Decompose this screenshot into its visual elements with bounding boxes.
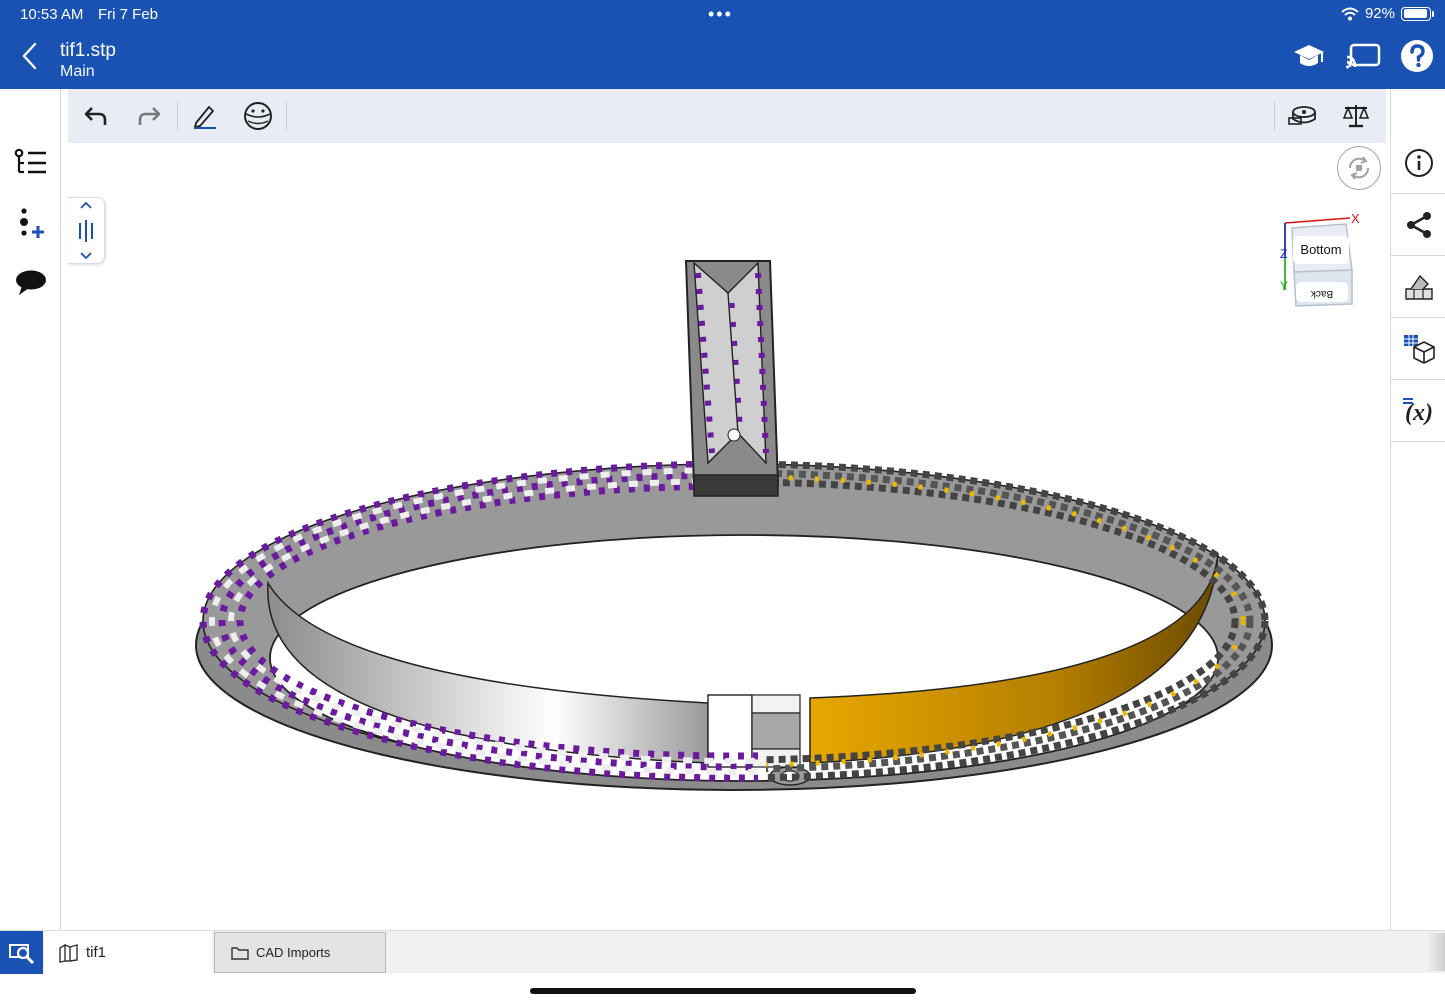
sketch-pencil-icon — [194, 106, 216, 129]
rotate-icon — [1348, 156, 1370, 180]
follow-mode-button[interactable] — [1345, 38, 1381, 74]
axis-y-label: Y — [1280, 279, 1288, 293]
mass-properties-icon — [1342, 105, 1370, 128]
configurations-icon — [1403, 334, 1435, 364]
axis-z-label: Z — [1280, 247, 1287, 261]
share-icon — [1406, 211, 1431, 238]
undo-button[interactable] — [78, 98, 114, 134]
configurations-button[interactable] — [1391, 318, 1445, 380]
measure-tape-icon — [1288, 106, 1316, 125]
tab-cad-imports[interactable]: CAD Imports — [214, 932, 386, 973]
tab-scroll-edge[interactable] — [1427, 933, 1445, 971]
view-mode-icon — [244, 102, 272, 130]
multitask-dots[interactable]: ••• — [708, 4, 733, 25]
viewcube-face-bottom: Bottom — [1300, 242, 1341, 257]
help-button[interactable] — [1399, 38, 1435, 74]
chevron-down-icon — [80, 252, 92, 260]
toolbar-separator — [177, 102, 178, 130]
document-subtitle: Main — [60, 63, 95, 80]
app-header: 10:53 AM Fri 7 Feb ••• 92% tif1.stp Main — [0, 0, 1445, 89]
right-sidebar: (x) — [1390, 89, 1445, 930]
battery-percent: 92% — [1364, 5, 1395, 22]
cast-icon — [1346, 43, 1381, 69]
measure-button[interactable] — [1285, 98, 1321, 134]
search-tabs-button[interactable] — [0, 931, 43, 974]
battery-icon — [1401, 6, 1434, 21]
status-date: Fri 7 Feb — [98, 6, 159, 23]
share-button[interactable] — [1391, 194, 1445, 256]
mass-properties-button[interactable] — [1338, 98, 1374, 134]
folder-icon — [231, 946, 249, 960]
sketch-button[interactable] — [187, 98, 223, 134]
document-title: tif1.stp — [60, 40, 116, 61]
axis-x-label: X — [1351, 211, 1360, 226]
variables-icon: (x) — [1402, 397, 1433, 426]
feature-list-button[interactable] — [9, 141, 53, 185]
graduation-cap-icon — [1294, 45, 1324, 66]
tab-part-studio[interactable]: tif1 — [44, 931, 212, 974]
appearance-button[interactable] — [1391, 256, 1445, 318]
t-bar-element — [684, 260, 780, 497]
hinge-block — [751, 712, 801, 750]
home-indicator[interactable] — [530, 988, 916, 994]
undo-icon — [84, 107, 107, 125]
viewcube-face-back: Back — [1310, 288, 1333, 299]
properties-button[interactable] — [1391, 132, 1445, 194]
comments-button[interactable] — [9, 261, 53, 305]
tab-bar: tif1 CAD Imports — [0, 930, 1445, 974]
hinge-block — [751, 694, 801, 714]
tab-label: CAD Imports — [256, 945, 331, 960]
toolbar-separator — [286, 102, 287, 130]
toolbar — [68, 89, 1386, 143]
add-mate-icon — [20, 208, 44, 238]
view-mode-button[interactable] — [240, 98, 276, 134]
panel-handle-icon — [79, 219, 93, 242]
status-right: 92% — [1341, 5, 1434, 22]
search-icon — [8, 943, 34, 964]
battery-level — [1403, 9, 1427, 18]
info-icon — [1404, 148, 1433, 177]
bangle-model[interactable] — [68, 143, 1386, 930]
learning-button[interactable] — [1291, 38, 1327, 74]
chevron-up-icon — [80, 201, 92, 209]
variables-label: (x) — [1405, 400, 1433, 426]
redo-button[interactable] — [131, 98, 167, 134]
auto-rotate-button[interactable] — [1337, 146, 1381, 190]
feature-tree-icon — [14, 148, 46, 174]
toolbar-separator — [1274, 102, 1275, 130]
wifi-icon — [1341, 7, 1359, 20]
hinge-block — [707, 694, 753, 768]
part-studio-icon — [59, 943, 78, 963]
graphics-area[interactable] — [68, 143, 1386, 930]
left-sidebar — [0, 89, 61, 930]
panel-collapse-tab[interactable] — [68, 197, 105, 264]
tab-label: tif1 — [86, 944, 107, 961]
help-icon — [1401, 40, 1433, 72]
back-button[interactable] — [14, 38, 44, 74]
variables-button[interactable]: (x) — [1391, 380, 1445, 442]
appearance-icon — [1404, 274, 1433, 300]
status-time: 10:53 AM — [20, 6, 84, 23]
redo-icon — [138, 107, 161, 125]
insert-button[interactable] — [9, 201, 53, 245]
view-cube[interactable]: X Z Y Bottom Back — [1280, 210, 1362, 310]
comments-icon — [16, 270, 46, 295]
chevron-left-icon — [22, 42, 37, 70]
header-actions — [1291, 38, 1435, 74]
